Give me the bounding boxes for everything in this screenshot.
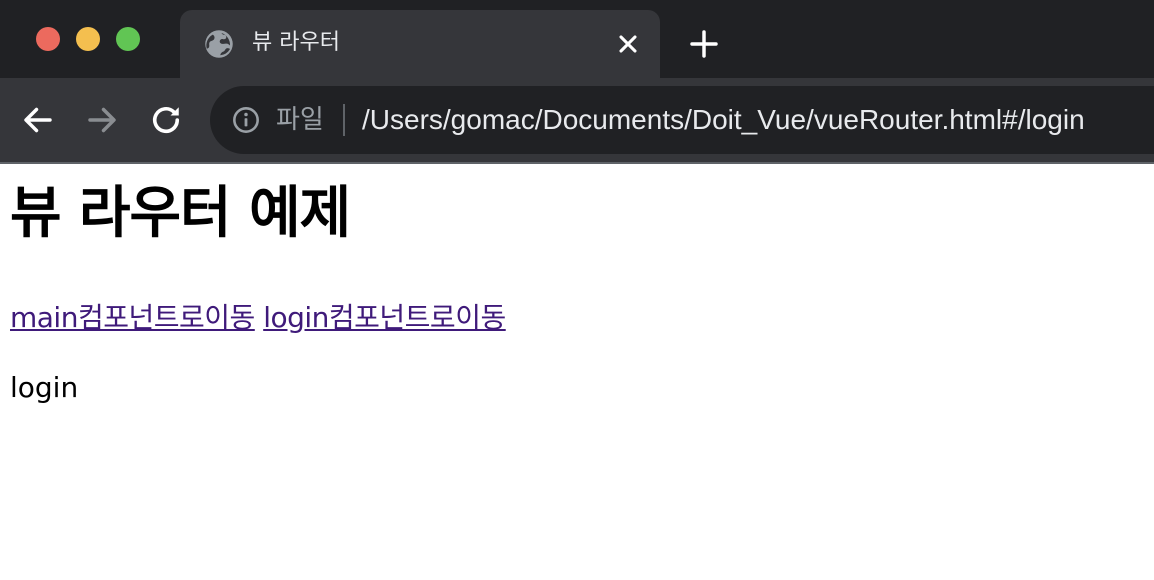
router-links: main컴포넌트로이동 login컴포넌트로이동 (10, 300, 506, 336)
address-bar[interactable]: 파일 /Users/gomac/Documents/Doit_Vue/vueRo… (210, 86, 1154, 154)
browser-toolbar: 파일 /Users/gomac/Documents/Doit_Vue/vueRo… (0, 78, 1154, 162)
arrow-right-icon[interactable] (84, 102, 120, 138)
reload-icon[interactable] (148, 102, 184, 138)
plus-icon[interactable] (688, 28, 720, 60)
browser-window: 뷰 라우터 파일 /Users/gomac/Documents/Doit_Vue… (0, 0, 1154, 580)
url-scheme-label: 파일 (276, 105, 324, 135)
arrow-left-icon[interactable] (20, 102, 56, 138)
info-icon[interactable] (232, 106, 260, 134)
globe-icon (205, 30, 233, 58)
window-minimize-button[interactable] (76, 27, 100, 51)
window-maximize-button[interactable] (116, 27, 140, 51)
tab-active[interactable]: 뷰 라우터 (180, 10, 660, 78)
link-login-component[interactable]: login컴포넌트로이동 (263, 301, 506, 334)
page-content: 뷰 라우터 예제 main컴포넌트로이동 login컴포넌트로이동 login (0, 164, 1154, 580)
page-heading: 뷰 라우터 예제 (10, 181, 351, 246)
url-text[interactable]: /Users/gomac/Documents/Doit_Vue/vueRoute… (362, 103, 1085, 137)
close-icon[interactable] (614, 30, 642, 58)
router-view-content: login (10, 371, 79, 404)
window-close-button[interactable] (36, 27, 60, 51)
tab-title: 뷰 라우터 (252, 30, 340, 55)
link-main-component[interactable]: main컴포넌트로이동 (10, 301, 255, 334)
omnibox-separator (343, 104, 345, 136)
tab-strip: 뷰 라우터 (0, 0, 1154, 78)
